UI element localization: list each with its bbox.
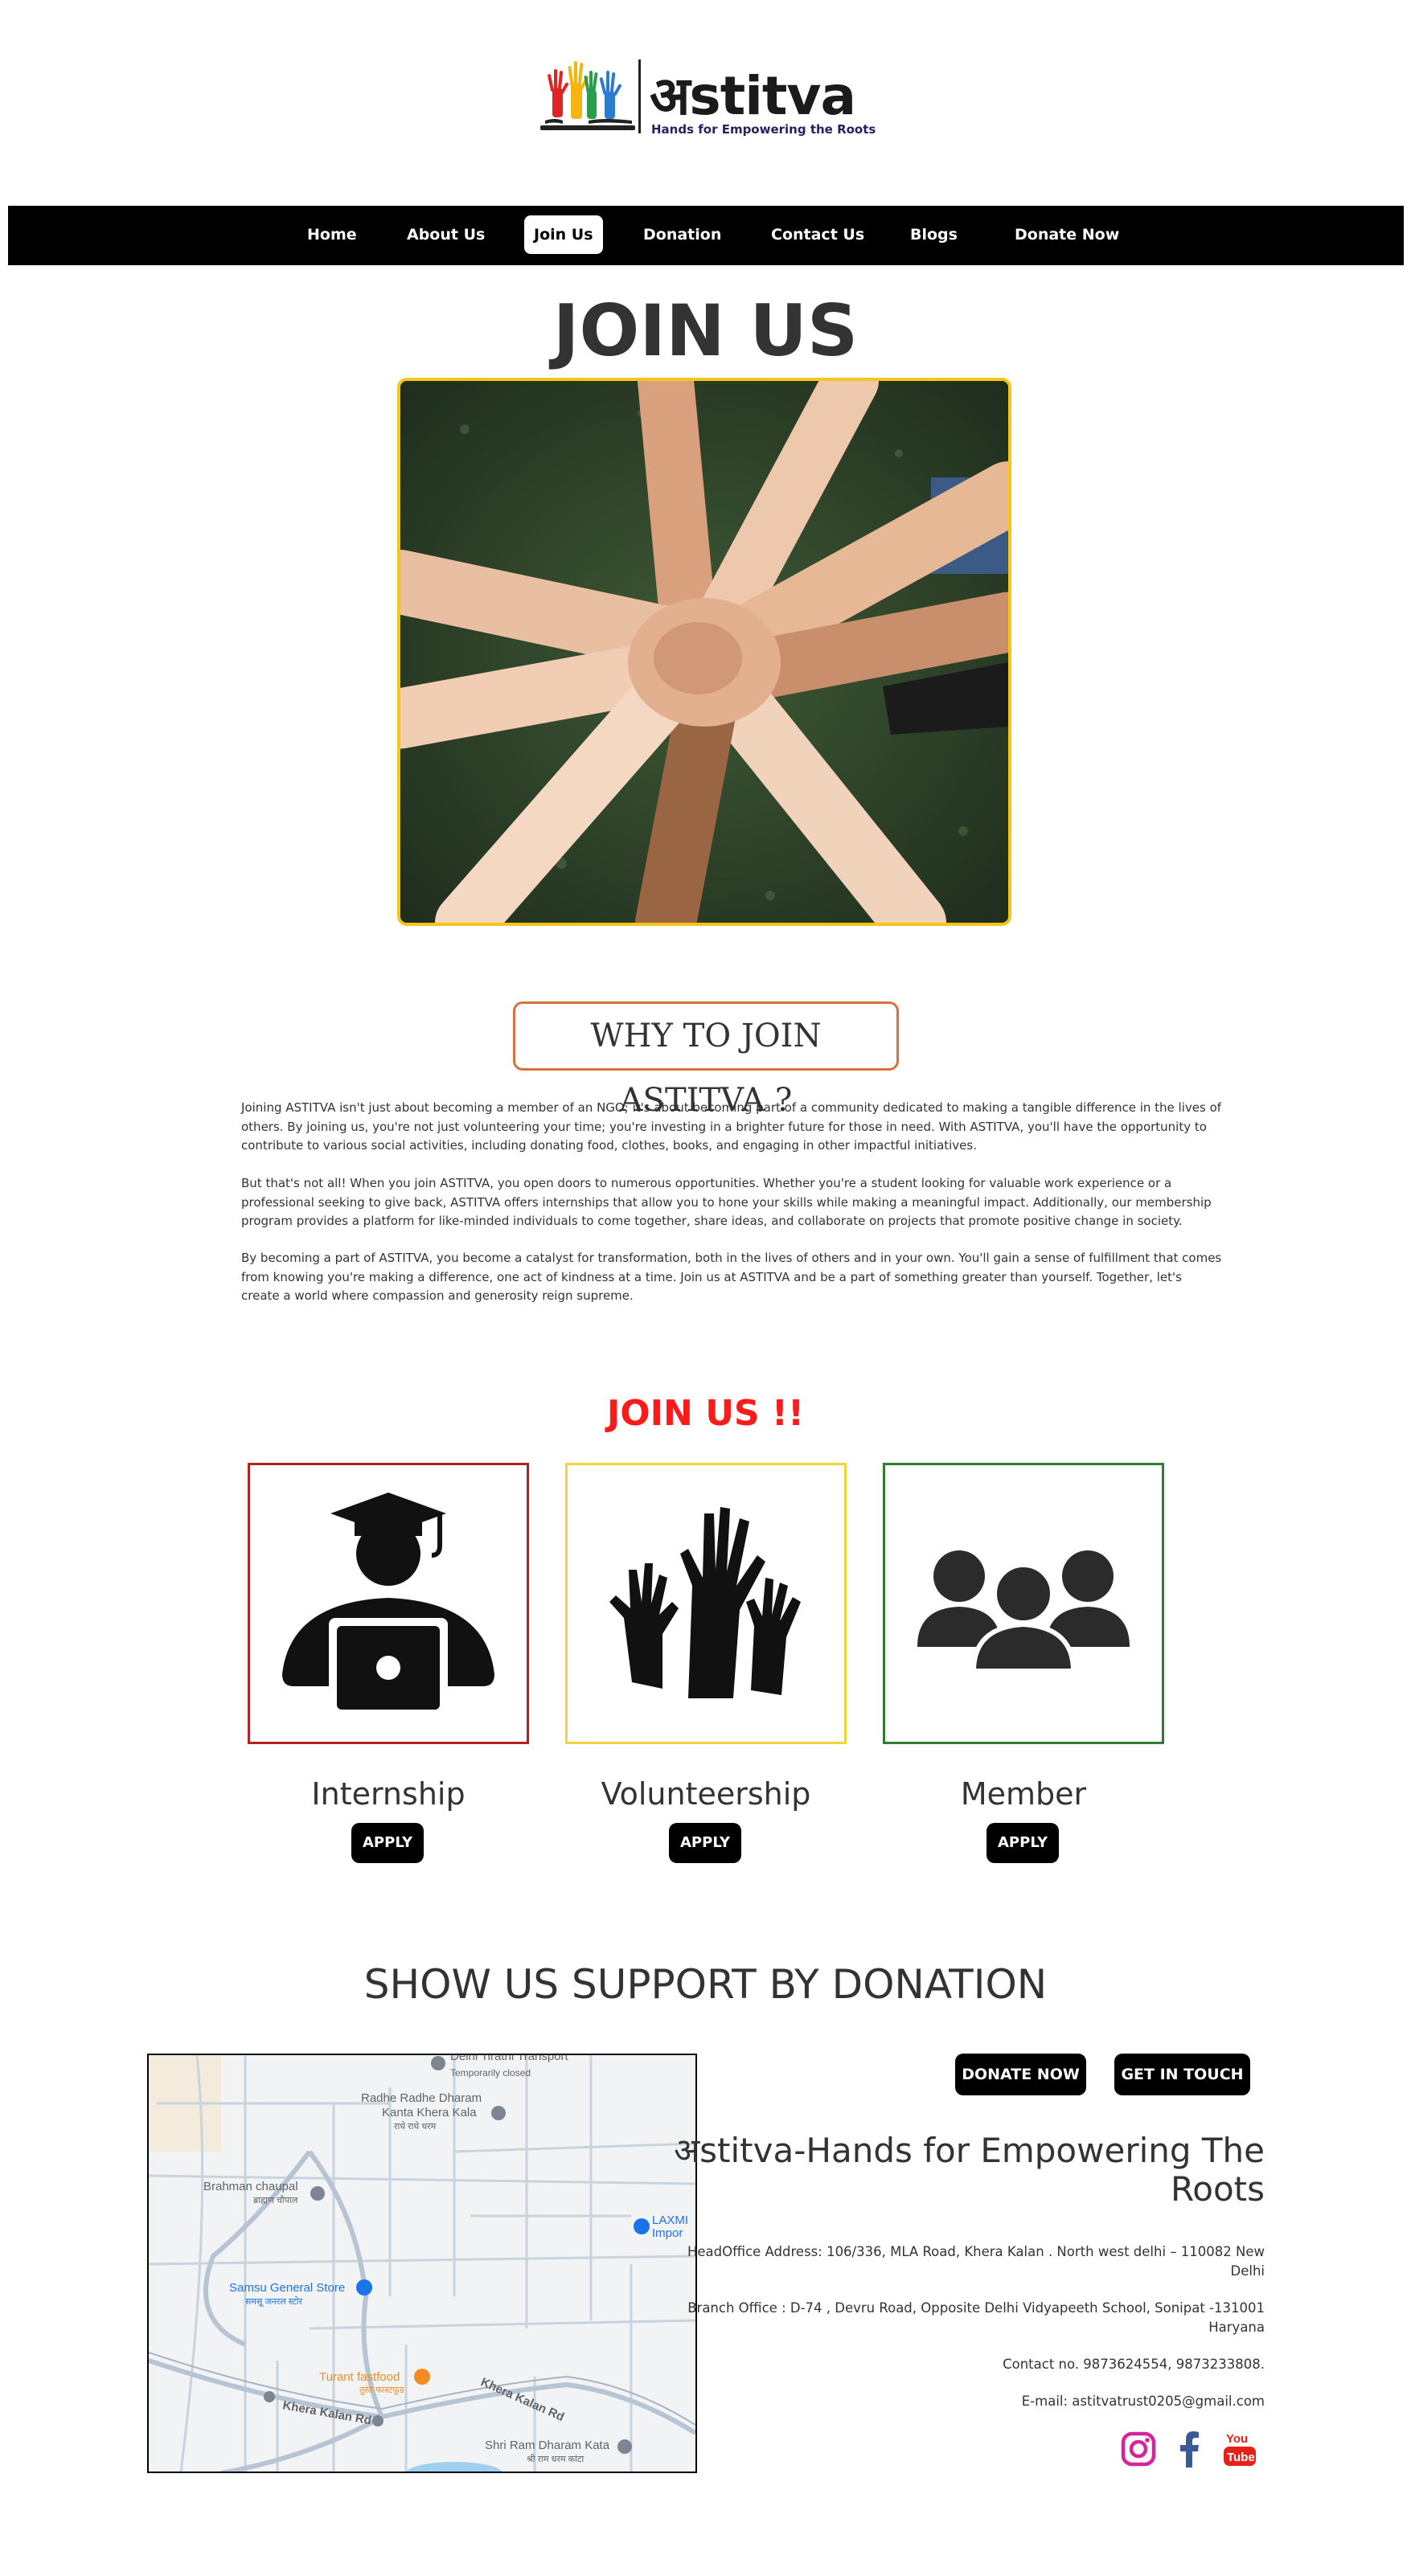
why-join-heading: WHY TO JOIN ASTITVA ? [513,1001,899,1119]
instagram-icon[interactable] [1119,2429,1158,2469]
nav-blogs[interactable]: Blogs [900,215,967,254]
why-paragraph-3: By becoming a part of ASTITVA, you becom… [241,1251,1222,1303]
facebook-icon[interactable] [1171,2429,1209,2469]
map-label: Shri Ram Dharam Kata [485,2439,610,2452]
member-apply-button[interactable]: APPLY [986,1823,1060,1863]
nav-contact-us[interactable]: Contact Us [761,215,874,254]
internship-label: Internship [311,1776,466,1812]
contact-numbers: Contact no. 9873624554, 9873233808. [1003,2357,1265,2372]
map-label: Radhe Radhe Dharam [361,2091,482,2105]
hands-together-illustration [400,381,1008,923]
why-paragraph-2: But that's not all! When you join ASTITV… [241,1176,1212,1228]
internship-apply-button[interactable]: APPLY [351,1823,425,1863]
map-label: श्री राम धरम कांटा [527,2454,584,2464]
map-label: समसू जनरल स्टोर [245,2296,302,2308]
youtube-icon[interactable]: You Tube [1220,2429,1259,2469]
nav-join-us[interactable]: Join Us [524,215,603,254]
main-navbar: Home About Us Join Us Donation Contact U… [8,206,1404,265]
map-label: LAXMI [652,2214,688,2227]
why-paragraph-1: Joining ASTITVA isn't just about becomin… [241,1100,1222,1153]
nav-home[interactable]: Home [297,215,367,254]
page-title: JOIN US [552,289,859,372]
member-card[interactable] [883,1463,1164,1744]
brand-logo[interactable]: अstitva Hands for Empowering the Roots [539,56,876,149]
map-label: तुरंत फास्टफूड [359,2385,404,2396]
get-in-touch-button[interactable]: GET IN TOUCH [1114,2054,1250,2095]
branch-office-address: Branch Office : D-74 , Devru Road, Oppos… [687,2300,1265,2335]
group-icon [917,1550,1130,1673]
map-label: Delhi Tirathi Transport [450,2055,569,2063]
nav-about-us[interactable]: About Us [397,215,494,254]
map-label: Samsu General Store [229,2281,345,2295]
map-label: ब्राह्मण चौपाल [253,2195,298,2205]
member-label: Member [960,1776,1087,1812]
brand-name: अstitva [650,65,856,127]
hands-logo-icon [540,59,641,133]
volunteership-apply-button[interactable]: APPLY [669,1823,742,1863]
hero-hands-image [397,378,1011,926]
svg-text:Tube: Tube [1227,2451,1255,2464]
map-label: Kanta Khera Kala [382,2106,477,2119]
join-us-title: JOIN US !! [606,1393,805,1434]
map-label: Brahman chaupal [203,2180,298,2193]
support-title: SHOW US SUPPORT BY DONATION [363,1961,1048,2008]
map-label: Temporarily closed [450,2067,531,2078]
nav-donation[interactable]: Donation [634,215,731,254]
svg-text:You: You [1226,2432,1248,2446]
map-illustration: Delhi Tirathi Transport Temporarily clos… [149,2055,695,2472]
email-address[interactable]: E-mail: astitvatrust0205@gmail.com [654,2392,1265,2411]
map-label: राधे राधे धरम [394,2121,437,2132]
nav-donate-now[interactable]: Donate Now [1005,215,1129,254]
brand-tagline: Hands for Empowering the Roots [651,122,876,137]
student-laptop-icon [282,1493,494,1718]
raised-hands-icon [609,1507,801,1698]
map-label: Turant fastfood [319,2370,400,2384]
volunteership-label: Volunteership [601,1776,811,1812]
map-label: Impor [652,2226,683,2240]
internship-card[interactable] [248,1463,529,1744]
volunteership-card[interactable] [565,1463,847,1744]
org-name: अstitva-Hands for Empowering The Roots [674,2131,1265,2209]
location-map[interactable]: Delhi Tirathi Transport Temporarily clos… [147,2054,697,2473]
head-office-address: HeadOffice Address: 106/336, MLA Road, K… [687,2244,1265,2279]
donate-now-button[interactable]: DONATE NOW [955,2054,1086,2095]
